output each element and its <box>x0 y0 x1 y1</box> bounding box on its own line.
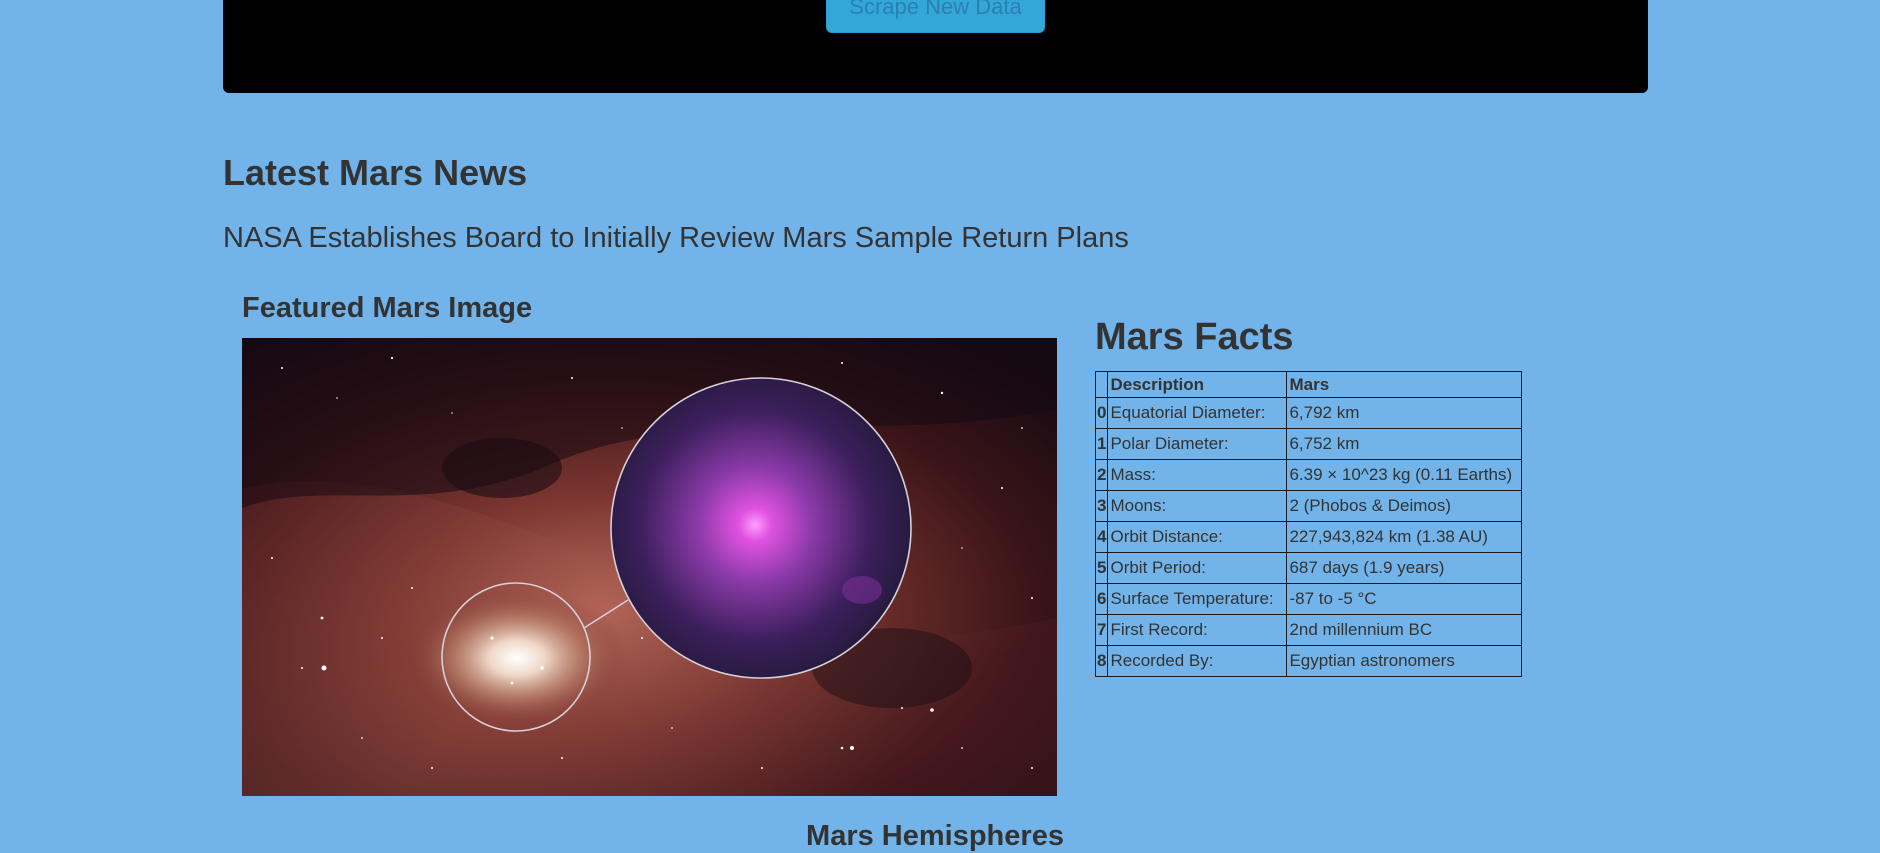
row-description: Surface Temperature: <box>1107 583 1288 615</box>
row-value: 6,752 km <box>1286 428 1523 460</box>
row-value: Egyptian astronomers <box>1286 645 1523 677</box>
galaxy-image <box>242 338 1057 796</box>
jumbotron-header: Scrape New Data <box>223 0 1648 93</box>
mars-column-header: Mars <box>1286 371 1523 398</box>
index-column-header <box>1094 371 1109 398</box>
row-description: Recorded By: <box>1107 645 1288 677</box>
row-value: 2 (Phobos & Deimos) <box>1286 490 1523 522</box>
mars-hemispheres-heading: Mars Hemispheres <box>806 820 1064 852</box>
table-row: 8 Recorded By: Egyptian astronomers <box>1094 645 1523 677</box>
mars-facts-heading: Mars Facts <box>1095 316 1294 358</box>
row-index: 6 <box>1094 583 1109 615</box>
row-description: Polar Diameter: <box>1107 428 1288 460</box>
mars-facts-table: Description Mars 0 Equatorial Diameter: … <box>1094 371 1523 677</box>
row-index: 1 <box>1094 428 1109 460</box>
table-header-row: Description Mars <box>1094 371 1523 398</box>
table-row: 0 Equatorial Diameter: 6,792 km <box>1094 397 1523 429</box>
featured-mars-image[interactable] <box>242 338 1057 796</box>
row-index: 5 <box>1094 552 1109 584</box>
table-row: 5 Orbit Period: 687 days (1.9 years) <box>1094 552 1523 584</box>
row-value: 2nd millennium BC <box>1286 614 1523 646</box>
row-value: 687 days (1.9 years) <box>1286 552 1523 584</box>
table-row: 2 Mass: 6.39 × 10^23 kg (0.11 Earths) <box>1094 459 1523 491</box>
row-index: 3 <box>1094 490 1109 522</box>
table-row: 7 First Record: 2nd millennium BC <box>1094 614 1523 646</box>
row-index: 8 <box>1094 645 1109 677</box>
row-description: Orbit Period: <box>1107 552 1288 584</box>
row-index: 2 <box>1094 459 1109 491</box>
row-description: First Record: <box>1107 614 1288 646</box>
row-index: 0 <box>1094 397 1109 429</box>
row-description: Moons: <box>1107 490 1288 522</box>
table-row: 1 Polar Diameter: 6,752 km <box>1094 428 1523 460</box>
row-description: Orbit Distance: <box>1107 521 1288 553</box>
table-row: 6 Surface Temperature: -87 to -5 °C <box>1094 583 1523 615</box>
table-row: 3 Moons: 2 (Phobos & Deimos) <box>1094 490 1523 522</box>
row-description: Equatorial Diameter: <box>1107 397 1288 429</box>
description-column-header: Description <box>1107 371 1288 398</box>
row-value: 6.39 × 10^23 kg (0.11 Earths) <box>1286 459 1523 491</box>
row-value: 6,792 km <box>1286 397 1523 429</box>
latest-news-heading: Latest Mars News <box>223 152 528 193</box>
news-title: NASA Establishes Board to Initially Revi… <box>223 222 1129 254</box>
row-value: 227,943,824 km (1.38 AU) <box>1286 521 1523 553</box>
scrape-new-data-button[interactable]: Scrape New Data <box>826 0 1045 33</box>
row-index: 7 <box>1094 614 1109 646</box>
row-description: Mass: <box>1107 459 1288 491</box>
featured-image-heading: Featured Mars Image <box>242 292 533 324</box>
row-value: -87 to -5 °C <box>1286 583 1523 615</box>
table-row: 4 Orbit Distance: 227,943,824 km (1.38 A… <box>1094 521 1523 553</box>
row-index: 4 <box>1094 521 1109 553</box>
